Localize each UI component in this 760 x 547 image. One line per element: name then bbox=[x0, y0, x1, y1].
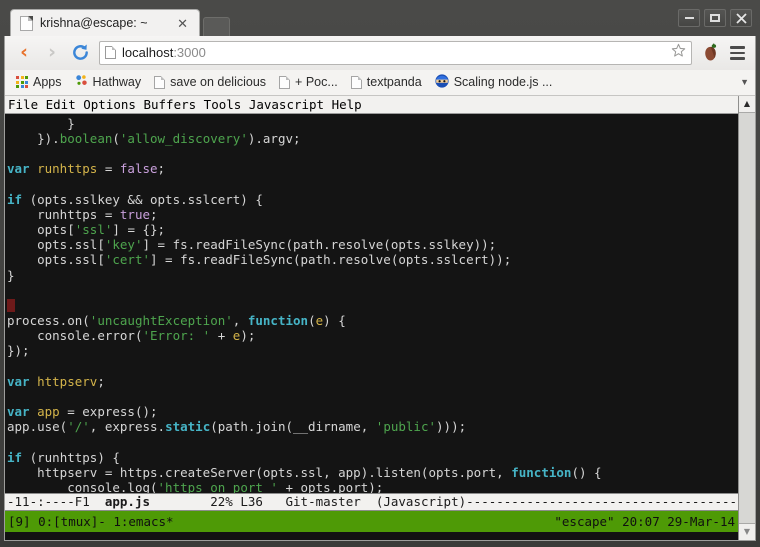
modeline-percent: 22% bbox=[210, 494, 233, 509]
reload-icon[interactable] bbox=[67, 40, 93, 66]
browser-content: ‹ › localhost:3000 bbox=[4, 36, 756, 541]
url-host: localhost bbox=[122, 45, 173, 60]
modeline-line-number: L36 bbox=[240, 494, 263, 509]
code-line: } bbox=[7, 116, 738, 131]
page-info-icon bbox=[105, 46, 116, 59]
minimize-button[interactable] bbox=[678, 9, 700, 27]
code-line: if (runhttps) { bbox=[7, 450, 738, 465]
code-line: ​ bbox=[7, 283, 738, 298]
sp2 bbox=[150, 494, 210, 509]
bookmark-label: + Poc... bbox=[295, 75, 338, 89]
bookmark-scaling-nodejs[interactable]: Scaling node.js ... bbox=[429, 71, 559, 94]
code-line: runhttps = true; bbox=[7, 207, 738, 222]
code-line: if (opts.sslkey && opts.sslcert) { bbox=[7, 192, 738, 207]
sp5 bbox=[361, 494, 376, 509]
close-button[interactable] bbox=[730, 9, 752, 27]
forward-icon: › bbox=[39, 40, 65, 66]
code-line: app.use('/', express.static(path.join(__… bbox=[7, 419, 738, 434]
url-text: localhost:3000 bbox=[122, 45, 665, 60]
bookmark-star-icon[interactable] bbox=[671, 43, 686, 63]
tab-title: krishna@escape: ~ bbox=[40, 16, 167, 30]
browser-toolbar: ‹ › localhost:3000 bbox=[5, 36, 755, 70]
bookmark-label: Apps bbox=[33, 75, 62, 89]
bookmark-save-on-delicious[interactable]: save on delicious bbox=[148, 72, 272, 92]
page-icon bbox=[279, 76, 290, 89]
tmux-status-bar: [9] 0:[tmux]- 1:emacs* "escape" 20:07 29… bbox=[5, 511, 738, 532]
code-line: } bbox=[7, 268, 738, 283]
modeline-major-mode: (Javascript) bbox=[376, 494, 466, 509]
code-line: console.log('https on port ' + opts.port… bbox=[7, 480, 738, 493]
code-line: opts.ssl['cert'] = fs.readFileSync(path.… bbox=[7, 252, 738, 267]
bookmarks-bar: Apps Hathway save on delicious bbox=[5, 70, 755, 96]
scroll-down-icon[interactable]: ▼ bbox=[739, 523, 756, 540]
scroll-up-icon[interactable]: ▲ bbox=[739, 96, 756, 113]
code-line: httpserv = https.createServer(opts.ssl, … bbox=[7, 465, 738, 480]
modeline-buffer-name: app.js bbox=[105, 494, 150, 509]
scrollbar-thumb[interactable] bbox=[739, 113, 755, 523]
url-path: :3000 bbox=[173, 45, 206, 60]
terminal-bottom-padding bbox=[5, 532, 738, 540]
page-icon bbox=[154, 76, 165, 89]
tab-favicon-icon bbox=[20, 16, 33, 31]
chrome-menu-icon[interactable] bbox=[725, 40, 749, 66]
modeline-fill: -------------------------------------- bbox=[466, 494, 738, 509]
terminal-inner: File Edit Options Buffers Tools Javascri… bbox=[5, 96, 738, 540]
bookmark-pocket[interactable]: + Poc... bbox=[273, 72, 344, 92]
ninja-icon bbox=[435, 74, 449, 91]
text-cursor bbox=[7, 299, 15, 312]
bookmark-hathway[interactable]: Hathway bbox=[69, 71, 148, 93]
bookmark-textpanda[interactable]: textpanda bbox=[345, 72, 428, 92]
code-line: process.on('uncaughtException', function… bbox=[7, 313, 738, 328]
code-line: }).boolean('allow_discovery').argv; bbox=[7, 131, 738, 146]
tab-close-icon[interactable]: ✕ bbox=[174, 17, 191, 30]
code-line: var app = express(); bbox=[7, 404, 738, 419]
code-line: var httpserv; bbox=[7, 374, 738, 389]
code-line: opts['ssl'] = {}; bbox=[7, 222, 738, 237]
back-icon[interactable]: ‹ bbox=[11, 40, 37, 66]
address-bar[interactable]: localhost:3000 bbox=[99, 41, 692, 65]
acorn-extension-icon[interactable] bbox=[699, 41, 721, 65]
code-line: ​ bbox=[7, 359, 738, 374]
browser-window: krishna@escape: ~ ✕ ‹ › bbox=[0, 0, 760, 547]
code-line: ​ bbox=[7, 298, 738, 313]
tmux-session-clock: "escape" 20:07 29-Mar-14 bbox=[554, 513, 735, 530]
bookmark-label: textpanda bbox=[367, 75, 422, 89]
tab-krishna-escape[interactable]: krishna@escape: ~ ✕ bbox=[10, 9, 200, 36]
emacs-menubar[interactable]: File Edit Options Buffers Tools Javascri… bbox=[5, 96, 738, 114]
bookmarks-overflow-icon[interactable]: ▼ bbox=[740, 77, 749, 87]
tmux-windows: [9] 0:[tmux]- 1:emacs* bbox=[8, 513, 174, 530]
hathway-icon bbox=[75, 74, 88, 90]
sp1 bbox=[90, 494, 105, 509]
code-line: ​ bbox=[7, 146, 738, 161]
window-controls bbox=[678, 9, 752, 27]
bookmark-label: Hathway bbox=[93, 75, 142, 89]
terminal-scrollbar[interactable]: ▲ ▼ bbox=[738, 96, 755, 540]
code-line: var runhttps = false; bbox=[7, 161, 738, 176]
sp4 bbox=[263, 494, 286, 509]
modeline-vc-branch: Git-master bbox=[286, 494, 361, 509]
emacs-modeline: -11-:----F1 app.js 22% L36 Git-master (J… bbox=[5, 493, 738, 511]
apps-grid-icon bbox=[16, 76, 28, 88]
code-line: ​ bbox=[7, 435, 738, 450]
bookmark-label: Scaling node.js ... bbox=[454, 75, 553, 89]
page-icon bbox=[351, 76, 362, 89]
code-line: ​ bbox=[7, 389, 738, 404]
tab-strip: krishna@escape: ~ ✕ bbox=[4, 4, 756, 36]
new-tab-button[interactable] bbox=[203, 17, 230, 36]
maximize-button[interactable] bbox=[704, 9, 726, 27]
bookmark-label: save on delicious bbox=[170, 75, 266, 89]
bookmark-apps[interactable]: Apps bbox=[10, 72, 68, 92]
code-line: }); bbox=[7, 343, 738, 358]
modeline-flags: -11-:----F1 bbox=[7, 494, 90, 509]
code-line: ​ bbox=[7, 176, 738, 191]
emacs-code-buffer[interactable]: } }).boolean('allow_discovery').argv;​va… bbox=[5, 114, 738, 494]
code-line: console.error('Error: ' + e); bbox=[7, 328, 738, 343]
terminal-viewport: File Edit Options Buffers Tools Javascri… bbox=[5, 96, 755, 540]
code-line: opts.ssl['key'] = fs.readFileSync(path.r… bbox=[7, 237, 738, 252]
